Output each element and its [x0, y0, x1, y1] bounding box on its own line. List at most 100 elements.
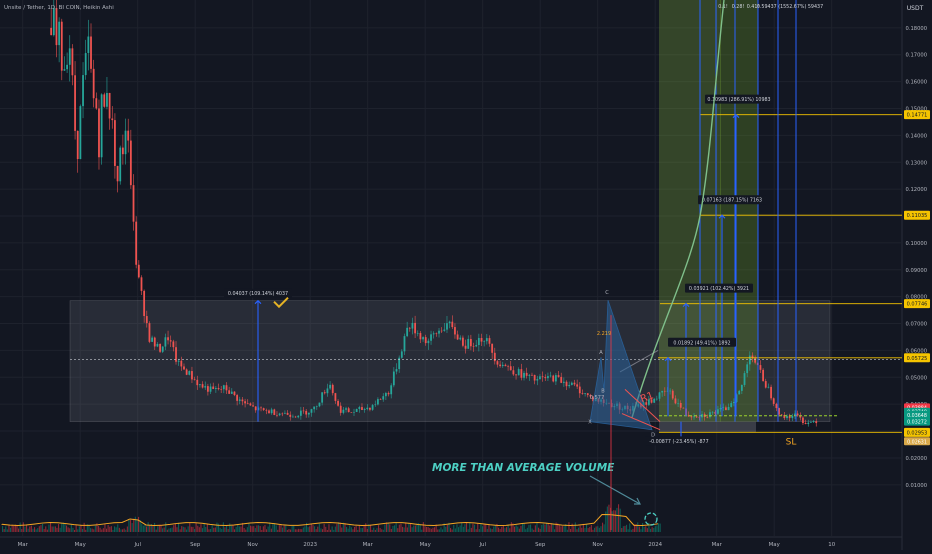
candle-body [552, 375, 555, 382]
volume-bar [170, 528, 172, 532]
volume-bar [222, 522, 224, 532]
volume-bar [272, 523, 274, 532]
candle-body [145, 316, 148, 324]
volume-bar [227, 529, 229, 532]
volume-bar [224, 527, 226, 532]
candle-body [225, 385, 228, 391]
candle-body [456, 334, 459, 340]
volume-bar [59, 527, 61, 532]
volume-bar [77, 529, 79, 532]
candle-body [212, 386, 215, 389]
volume-bar [126, 526, 128, 532]
volume-bar [67, 527, 69, 532]
volume-bar [115, 527, 117, 532]
candle-body [278, 413, 281, 416]
candle-body [682, 407, 685, 409]
volume-bar [40, 525, 42, 532]
volume-bar [638, 526, 640, 532]
volume-bar [291, 526, 293, 532]
candle-body [244, 401, 246, 404]
volume-bar [123, 528, 125, 532]
volume-bar [70, 524, 72, 532]
volume-bar [646, 528, 648, 532]
volume-bar [486, 528, 488, 532]
candle-body [424, 337, 427, 344]
candle-body [748, 355, 751, 365]
volume-bar [627, 529, 629, 532]
price-chart[interactable]: 0.01892 (49.41%) 1892 0.03921 (102.42%) 3… [0, 0, 932, 550]
candle-body [438, 330, 440, 334]
volume-bar [93, 529, 95, 532]
price-tag-label: 0.03272 [907, 420, 927, 426]
candle-body [305, 410, 308, 415]
candle-body [129, 140, 132, 186]
volume-bar [648, 522, 650, 532]
volume-bar [350, 527, 352, 532]
price-tick-label: 0.12000 [906, 187, 927, 193]
time-tick-label: Sep [190, 542, 201, 548]
volume-bar [461, 522, 463, 532]
candle-body [387, 393, 390, 395]
volume-bar [120, 529, 122, 532]
volume-bar [576, 529, 578, 532]
volume-bar [83, 522, 85, 532]
volume-bar [427, 527, 429, 532]
volume-bar [618, 504, 620, 532]
volume-bar [107, 525, 109, 532]
candle-body [767, 386, 770, 388]
past-move-label: 0.04037 (109.14%) 4037 [228, 291, 288, 297]
candle-body [220, 389, 223, 390]
volume-bar [584, 528, 586, 532]
candle-body [725, 407, 727, 411]
volume-bar [582, 523, 584, 532]
candle-body [140, 277, 143, 291]
volume-bar [341, 527, 343, 532]
candle-body [100, 94, 103, 158]
candle-body [730, 403, 733, 408]
candle-body [323, 392, 326, 394]
volume-bar [358, 525, 360, 532]
volume-bar [155, 529, 157, 532]
volume-bar [294, 529, 296, 532]
candle-body [775, 403, 778, 409]
candle-body [111, 118, 114, 121]
volume-bar [510, 522, 512, 532]
volume-bar [138, 516, 140, 532]
volume-bar [166, 529, 168, 532]
candle-body [377, 399, 379, 405]
volume-bar [125, 529, 127, 532]
volume-bar [515, 525, 517, 532]
top-measure-label: 0.28! [732, 4, 745, 10]
time-tick-label: Mar [712, 542, 723, 548]
volume-bar [552, 524, 554, 532]
candle-body [738, 390, 741, 395]
volume-bar [117, 524, 119, 532]
volume-bar [494, 525, 496, 532]
candle-body [584, 393, 587, 394]
volume-bar [22, 522, 24, 532]
candle-body [663, 390, 666, 392]
volume-bar [32, 528, 34, 532]
volume-bar [229, 523, 231, 532]
candle-body [754, 357, 757, 363]
volume-bar [136, 520, 138, 532]
volume-bar [654, 526, 656, 532]
candle-body [403, 336, 406, 352]
volume-bar [397, 528, 399, 532]
candle-body [321, 392, 324, 403]
candle-body [313, 406, 316, 410]
volume-bar [320, 528, 322, 532]
volume-bar [347, 528, 349, 532]
volume-bar [608, 504, 610, 532]
price-tick-label: 0.14000 [906, 133, 927, 139]
candle-body [337, 400, 339, 406]
candle-body [562, 381, 565, 383]
candle-body [114, 120, 116, 166]
volume-bar [405, 522, 407, 532]
candle-body [191, 371, 193, 380]
volume-bar [480, 523, 482, 532]
time-tick-label: 2023 [303, 542, 317, 548]
candle-body [132, 185, 135, 222]
candle-body [183, 366, 185, 370]
candle-body [501, 364, 504, 367]
